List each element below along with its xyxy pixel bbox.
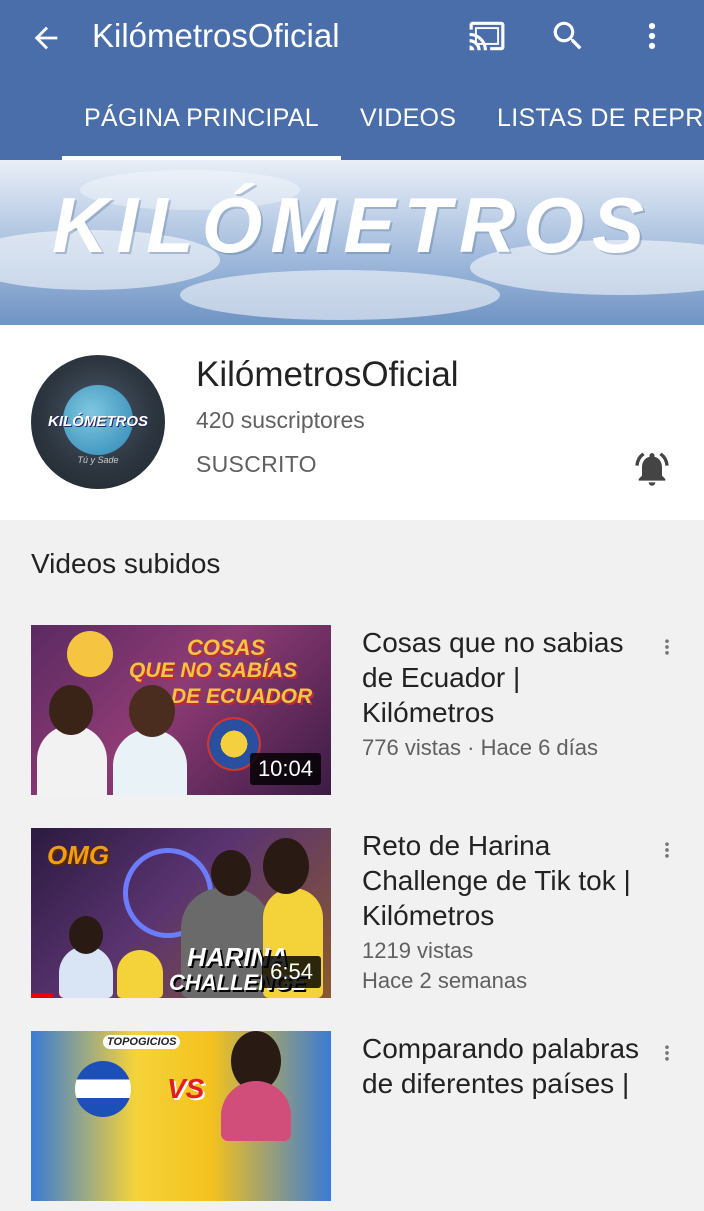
back-button[interactable]	[22, 14, 70, 62]
video-item[interactable]: COSAS QUE NO SABÍAS DE ECUADOR 10:04 Cos…	[0, 625, 704, 805]
watch-progress-bar	[31, 993, 53, 998]
video-title[interactable]: Cosas que no sabias de Ecuador | Kilómet…	[362, 625, 652, 730]
video-more-button[interactable]	[652, 627, 682, 667]
honduras-flag-icon	[75, 1061, 131, 1117]
notification-bell-button[interactable]	[628, 445, 676, 493]
avatar-logo-subtext: Tú y Sade	[77, 455, 119, 465]
more-vert-icon	[665, 1045, 669, 1061]
channel-name: KilómetrosOficial	[196, 355, 459, 394]
more-vert-icon	[665, 842, 669, 858]
more-options-button[interactable]	[628, 10, 676, 62]
channel-banner: KILÓMETROS	[0, 160, 704, 325]
video-more-button[interactable]	[652, 830, 682, 870]
video-duration: 6:54	[262, 956, 321, 988]
subscriber-count: 420 suscriptores	[196, 407, 365, 433]
video-item[interactable]: OMG HARINA CHALLENGE 6:54 Reto de Harina…	[0, 828, 704, 1008]
video-item[interactable]: TOPOGICIOS VS Comparando palabras de dif…	[0, 1031, 704, 1211]
channel-tabs: PÁGINA PRINCIPAL VIDEOS LISTAS DE REPRO	[0, 80, 704, 160]
search-button[interactable]	[542, 10, 594, 62]
tab-videos[interactable]: VIDEOS	[360, 80, 456, 160]
video-thumbnail[interactable]: OMG HARINA CHALLENGE 6:54	[31, 828, 331, 998]
uploads-heading: Videos subidos	[31, 548, 221, 579]
avatar-logo-text: KILÓMETROS	[48, 413, 148, 430]
arrow-back-icon	[34, 26, 58, 50]
video-more-button[interactable]	[652, 1033, 682, 1073]
tab-playlists[interactable]: LISTAS DE REPRO	[497, 80, 704, 160]
channel-avatar[interactable]: KILÓMETROS Tú y Sade	[31, 355, 165, 489]
banner-title: KILÓMETROS	[52, 181, 652, 269]
video-views: 1219 vistas	[362, 938, 474, 963]
video-duration: 10:04	[249, 753, 321, 785]
thinking-emoji-icon	[67, 631, 113, 677]
video-meta: 776 vistas · Hace 6 días	[362, 735, 599, 760]
app-bar: KilómetrosOficial PÁGINA PRINCIPAL VIDEO…	[0, 0, 704, 160]
cast-icon	[469, 21, 505, 51]
search-icon	[553, 21, 582, 50]
more-vert-icon	[648, 22, 656, 50]
video-thumbnail[interactable]: COSAS QUE NO SABÍAS DE ECUADOR 10:04	[31, 625, 331, 795]
channel-info: KILÓMETROS Tú y Sade KilómetrosOficial 4…	[0, 325, 704, 520]
video-date: Hace 2 semanas	[362, 968, 528, 993]
video-title[interactable]: Comparando palabras de diferentes países…	[362, 1031, 652, 1101]
channel-title: KilómetrosOficial	[92, 17, 340, 54]
video-title[interactable]: Reto de Harina Challenge de Tik tok | Ki…	[362, 828, 652, 933]
tab-home[interactable]: PÁGINA PRINCIPAL	[62, 80, 341, 160]
more-vert-icon	[665, 639, 669, 655]
video-thumbnail[interactable]: TOPOGICIOS VS	[31, 1031, 331, 1201]
cast-button[interactable]	[460, 12, 514, 60]
subscribed-button[interactable]: SUSCRITO	[196, 451, 317, 478]
notifications-active-icon	[635, 452, 669, 486]
